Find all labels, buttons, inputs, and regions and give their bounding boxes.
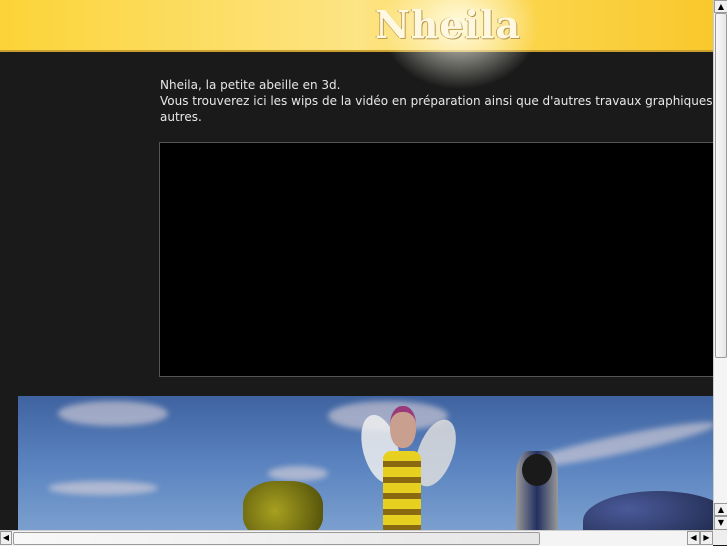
cloud (48, 481, 158, 495)
robot-girl-head (522, 454, 552, 486)
cloud (268, 466, 328, 481)
bee-girl-character (383, 451, 421, 530)
vertical-scrollbar[interactable]: ▲ ▲ ▼ (713, 0, 727, 530)
ant-character (243, 481, 323, 530)
bee-head (390, 406, 416, 448)
video-player[interactable] (159, 142, 713, 377)
scrollbar-corner (713, 530, 727, 545)
vertical-scroll-thumb[interactable] (715, 13, 727, 358)
intro-text: Nheila, la petite abeille en 3d. Vous tr… (160, 77, 713, 125)
page-viewport: Nheila Nheila, la petite abeille en 3d. … (0, 0, 713, 530)
intro-line-3: autres. (160, 110, 202, 124)
render-image (18, 396, 713, 530)
scroll-up-button-lower[interactable]: ▲ (714, 503, 727, 516)
scroll-left-button[interactable]: ◀ (0, 531, 12, 545)
cloud (58, 401, 168, 426)
vehicle (583, 491, 713, 530)
scroll-left-button-right[interactable]: ◀ (687, 531, 700, 545)
scroll-right-button[interactable]: ▶ (700, 531, 713, 545)
site-logo: Nheila (375, 2, 522, 47)
horizontal-scrollbar[interactable]: ◀ ◀ ▶ (0, 530, 713, 546)
scroll-up-button[interactable]: ▲ (714, 0, 727, 13)
scroll-down-button[interactable]: ▼ (714, 516, 727, 530)
horizontal-scroll-thumb[interactable] (13, 532, 540, 545)
header-banner: Nheila (0, 0, 713, 90)
intro-line-1: Nheila, la petite abeille en 3d. (160, 78, 341, 92)
intro-line-2: Vous trouverez ici les wips de la vidéo … (160, 94, 713, 108)
